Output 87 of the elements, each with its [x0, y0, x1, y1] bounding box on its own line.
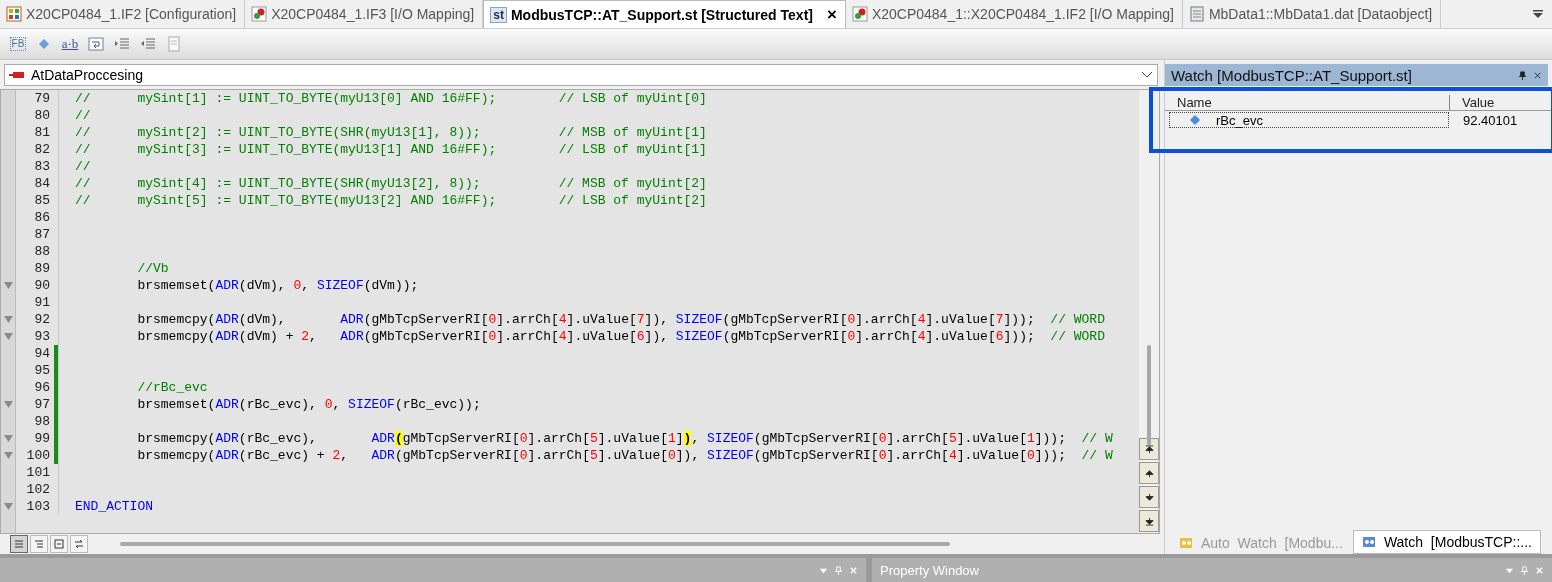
line-number: 84 — [33, 176, 51, 191]
scroll-up-button[interactable] — [1139, 462, 1159, 484]
document-tab[interactable]: X20CP0484_1.IF3 [I/O Mapping] — [245, 0, 484, 28]
action-icon — [9, 71, 25, 79]
document-tab[interactable]: X20CP0484_1::X20CP0484_1.IF2 [I/O Mapping] — [845, 0, 1183, 28]
mapping-icon — [851, 6, 868, 22]
line-number: 82 — [33, 142, 51, 157]
arrow-down-icon — [1144, 492, 1154, 502]
value-cell-text: 92.40101 — [1462, 112, 1518, 128]
toolbar-button[interactable]: FB — [8, 35, 28, 53]
line-number: 93 — [33, 329, 51, 344]
column-header[interactable]: Value — [1450, 95, 1495, 110]
line-number: 94 — [33, 346, 51, 361]
code-line: // — [75, 108, 91, 123]
variable-name-cell[interactable]: rBc_evc — [1169, 112, 1449, 128]
line-number: 80 — [33, 108, 51, 123]
file-type-icon: st — [490, 6, 507, 23]
line-number: 98 — [33, 414, 51, 429]
arrow-up-bar-icon — [1144, 444, 1154, 454]
code-line: // — [75, 159, 91, 174]
box-icon — [54, 539, 64, 549]
code-line: // mySint[4] := UINT_TO_BYTE(SHR(myU13[2], 8)); // MSB of myUint[2] — [75, 176, 707, 191]
line-number: 101 — [25, 465, 51, 480]
code-line: //Vb — [136, 261, 169, 276]
scrollbar-thumb[interactable] — [120, 542, 950, 546]
line-number: 91 — [33, 295, 51, 310]
code-line: // mySint[2] := UINT_TO_BYTE(SHR(myU13[1], 8)); // MSB of myUint[1] — [75, 125, 707, 140]
code-line: // mySint[1] := UINT_TO_BYTE(myU13[0] AND 16#FF); // LSB of myUint[0] — [75, 91, 707, 106]
document-tab[interactable]: X20CP0484_1.IF2 [Configuration] — [0, 0, 246, 28]
line-number: 92 — [33, 312, 51, 327]
grid-icon — [6, 6, 22, 22]
arrow-down-bar-icon — [1144, 516, 1154, 526]
line-number: 88 — [33, 244, 51, 259]
line-number: 85 — [33, 193, 51, 208]
arrow-up-icon — [1144, 468, 1154, 478]
panel-title: Property Window — [880, 562, 979, 578]
toolbar-button[interactable]: a·b — [60, 35, 80, 53]
view-button[interactable] — [30, 535, 48, 553]
view-button[interactable] — [70, 535, 88, 553]
line-number: 87 — [33, 227, 51, 242]
outline-icon — [34, 539, 44, 549]
scrollbar-thumb[interactable] — [1147, 345, 1151, 445]
lines-icon — [14, 539, 24, 549]
code-line: //rBc_evc — [136, 380, 208, 395]
line-number: 89 — [33, 261, 51, 276]
code-line: // mySint[3] := UINT_TO_BYTE(myU13[1] AND 16#FF); // LSB of myUint[1] — [75, 142, 707, 157]
code-line: brsmemcpy(ADR(rBc_evc) + 2, ADR(gMbTcpServerRI[0].arrCh[5].uValue[0]), SIZEOF(gMbTcpServerRI[0].arrCh[4].uValue[0])); // W — [136, 448, 1113, 463]
code-line: brsmemcpy(ADR(dVm) + 2, ADR(gMbTcpServerRI[0].arrCh[4].uValue[6]), SIZEOF(gMbTcpServerRI[0].arrCh[4].uValue[6])); // WORD — [136, 329, 1105, 344]
code-line: // mySint[5] := UINT_TO_BYTE(myU13[2] AND 16#FF); // LSB of myUint[2] — [75, 193, 707, 208]
code-line: END_ACTION — [75, 499, 153, 514]
line-number: 81 — [33, 125, 51, 140]
close-icon[interactable] — [1533, 70, 1542, 80]
line-number: 99 — [33, 431, 51, 446]
line-number: 96 — [33, 380, 51, 395]
line-number: 102 — [25, 482, 51, 497]
panel-tab[interactable]: Watch [ModbusTCP::... — [1352, 530, 1541, 554]
code-line: brsmemset(ADR(dVm), 0, SIZEOF(dVm)); — [136, 278, 419, 293]
line-number: 95 — [33, 363, 51, 378]
document-tab[interactable]: MbData1::MbData1.dat [Dataobject] — [1182, 0, 1442, 28]
view-button[interactable] — [10, 535, 28, 553]
scroll-top-button[interactable] — [1139, 438, 1159, 460]
dropdown-icon[interactable] — [1532, 8, 1544, 20]
document-tab[interactable]: st ModbusTCP::AT_Support.st [Structured Text] × — [483, 0, 846, 28]
code-line: brsmemset(ADR(rBc_evc), 0, SIZEOF(rBc_evc)); — [136, 397, 481, 412]
scroll-bottom-button[interactable] — [1139, 510, 1159, 532]
pin-icon[interactable] — [1518, 70, 1527, 80]
glasses-icon — [1179, 536, 1193, 550]
line-number: 90 — [33, 278, 51, 293]
action-dropdown[interactable]: AtDataProccesing — [4, 64, 1158, 86]
chevron-icon — [1141, 71, 1153, 79]
line-number: 79 — [33, 91, 51, 106]
line-number: 97 — [33, 397, 51, 412]
view-button[interactable] — [50, 535, 68, 553]
line-number: 103 — [25, 499, 51, 514]
swap-icon — [74, 539, 84, 549]
line-number: 100 — [25, 448, 51, 463]
code-line: brsmemcpy(ADR(dVm), ADR(gMbTcpServerRI[0].arrCh[4].uValue[7]), SIZEOF(gMbTcpServerRI[0].arrCh[4].uValue[7])); // WORD — [136, 312, 1105, 327]
database-icon — [1188, 6, 1205, 22]
panel-title: Watch [ModbusTCP::AT_Support.st] — [1171, 66, 1413, 84]
line-number: 86 — [33, 210, 51, 225]
glasses-icon — [1361, 535, 1376, 549]
diamond-icon — [1190, 115, 1200, 125]
scroll-down-button[interactable] — [1139, 486, 1159, 508]
line-number: 83 — [33, 159, 51, 174]
wrap-icon[interactable] — [86, 35, 106, 53]
mapping-icon — [251, 6, 268, 22]
column-header[interactable]: Name — [1165, 95, 1450, 110]
